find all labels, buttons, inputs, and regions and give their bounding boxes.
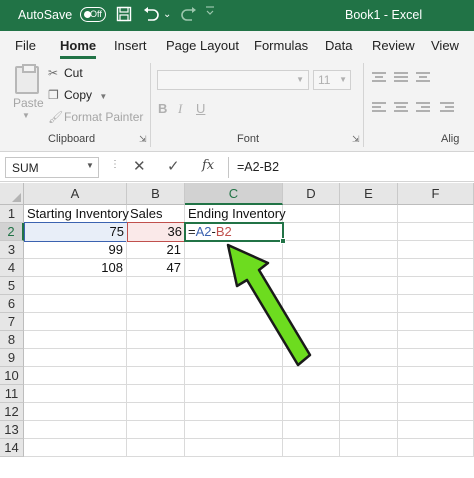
copy-label: Copy: [64, 88, 93, 102]
cut-label: Cut: [64, 66, 83, 80]
name-box-dropdown-icon[interactable]: ▼: [86, 161, 94, 170]
autosave-label: AutoSave: [18, 8, 73, 22]
name-box[interactable]: SUM: [5, 157, 99, 178]
copy-button[interactable]: ❐ Copy ▼: [48, 88, 107, 102]
clipboard-launcher-icon[interactable]: ⇲: [139, 134, 147, 145]
font-group-label: Font: [237, 133, 260, 145]
tab-formulas[interactable]: Formulas: [254, 38, 308, 53]
align-center-icon[interactable]: [394, 101, 408, 115]
group-divider: [150, 63, 151, 147]
insert-function-button[interactable]: fx: [202, 158, 214, 173]
bold-button[interactable]: B: [158, 101, 167, 116]
more-icon[interactable]: ⋮: [110, 159, 120, 170]
cancel-button[interactable]: ✕: [133, 157, 146, 175]
worksheet-grid: A B C D E F 1 2 3 4 5 6 7 8 9 10 11 12 13 14 Starting…: [0, 183, 474, 478]
title-bar: AutoSave Off ⌄ Book1 - Excel: [0, 0, 474, 31]
align-right-icon[interactable]: [416, 101, 430, 115]
formula-bar: SUM ▼ ⋮ ✕ ✓ fx =A2-B2: [0, 152, 474, 182]
cut-button[interactable]: ✂ Cut: [48, 66, 83, 80]
align-bottom-icon[interactable]: [416, 71, 430, 85]
format-painter-button[interactable]: 🖌Format Painter: [48, 110, 143, 124]
font-launcher-icon[interactable]: ⇲: [352, 134, 360, 145]
scissors-icon: ✂: [48, 66, 59, 80]
align-left-icon[interactable]: [372, 101, 386, 115]
autosave-toggle[interactable]: Off: [80, 7, 106, 22]
redo-icon[interactable]: [180, 6, 198, 27]
name-box-value: SUM: [12, 161, 39, 175]
enter-button[interactable]: ✓: [167, 157, 180, 175]
paste-dropdown-icon[interactable]: ▼: [22, 111, 30, 120]
font-size-dropdown-icon[interactable]: ▼: [339, 75, 347, 84]
formula-input[interactable]: =A2-B2: [228, 157, 474, 178]
tab-page-layout[interactable]: Page Layout: [166, 38, 239, 53]
clipboard-group-label: Clipboard: [48, 133, 96, 145]
copy-icon: ❐: [48, 88, 59, 102]
ribbon-home: Paste ▼ ✂ Cut ❐ Copy ▼ 🖌Format Painter Cli…: [0, 59, 474, 152]
underline-button[interactable]: U: [196, 101, 205, 116]
align-middle-icon[interactable]: [394, 71, 408, 85]
font-name-combo[interactable]: ▼: [157, 70, 309, 90]
tab-file[interactable]: File: [15, 38, 36, 53]
annotation-arrow-icon: [226, 243, 312, 367]
ribbon-tabs: File Home Insert Page Layout Formulas Da…: [0, 31, 474, 59]
customize-toolbar-icon[interactable]: [205, 5, 215, 23]
group-divider: [363, 63, 364, 147]
window-title: Book1 - Excel: [345, 8, 423, 22]
copy-dropdown-icon[interactable]: ▼: [99, 92, 107, 101]
save-icon[interactable]: [116, 6, 132, 27]
font-name-dropdown-icon[interactable]: ▼: [296, 75, 304, 84]
font-size-value: 11: [318, 73, 331, 87]
undo-dropdown-icon[interactable]: ⌄: [163, 6, 171, 24]
paste-icon[interactable]: [15, 64, 39, 94]
indent-icon[interactable]: [440, 101, 454, 115]
tab-data[interactable]: Data: [325, 38, 352, 53]
format-painter-label: Format Painter: [64, 110, 144, 124]
undo-icon[interactable]: [142, 6, 160, 27]
tab-home[interactable]: Home: [60, 38, 96, 53]
align-top-icon[interactable]: [372, 71, 386, 85]
tab-insert[interactable]: Insert: [114, 38, 147, 53]
paste-button-label[interactable]: Paste: [13, 96, 44, 110]
italic-button[interactable]: I: [178, 101, 182, 117]
tab-view[interactable]: View: [431, 38, 459, 53]
paintbrush-icon: 🖌: [48, 110, 64, 124]
tab-review[interactable]: Review: [372, 38, 415, 53]
alignment-group-label: Alig: [441, 133, 460, 145]
font-size-combo[interactable]: 11 ▼: [313, 70, 351, 90]
